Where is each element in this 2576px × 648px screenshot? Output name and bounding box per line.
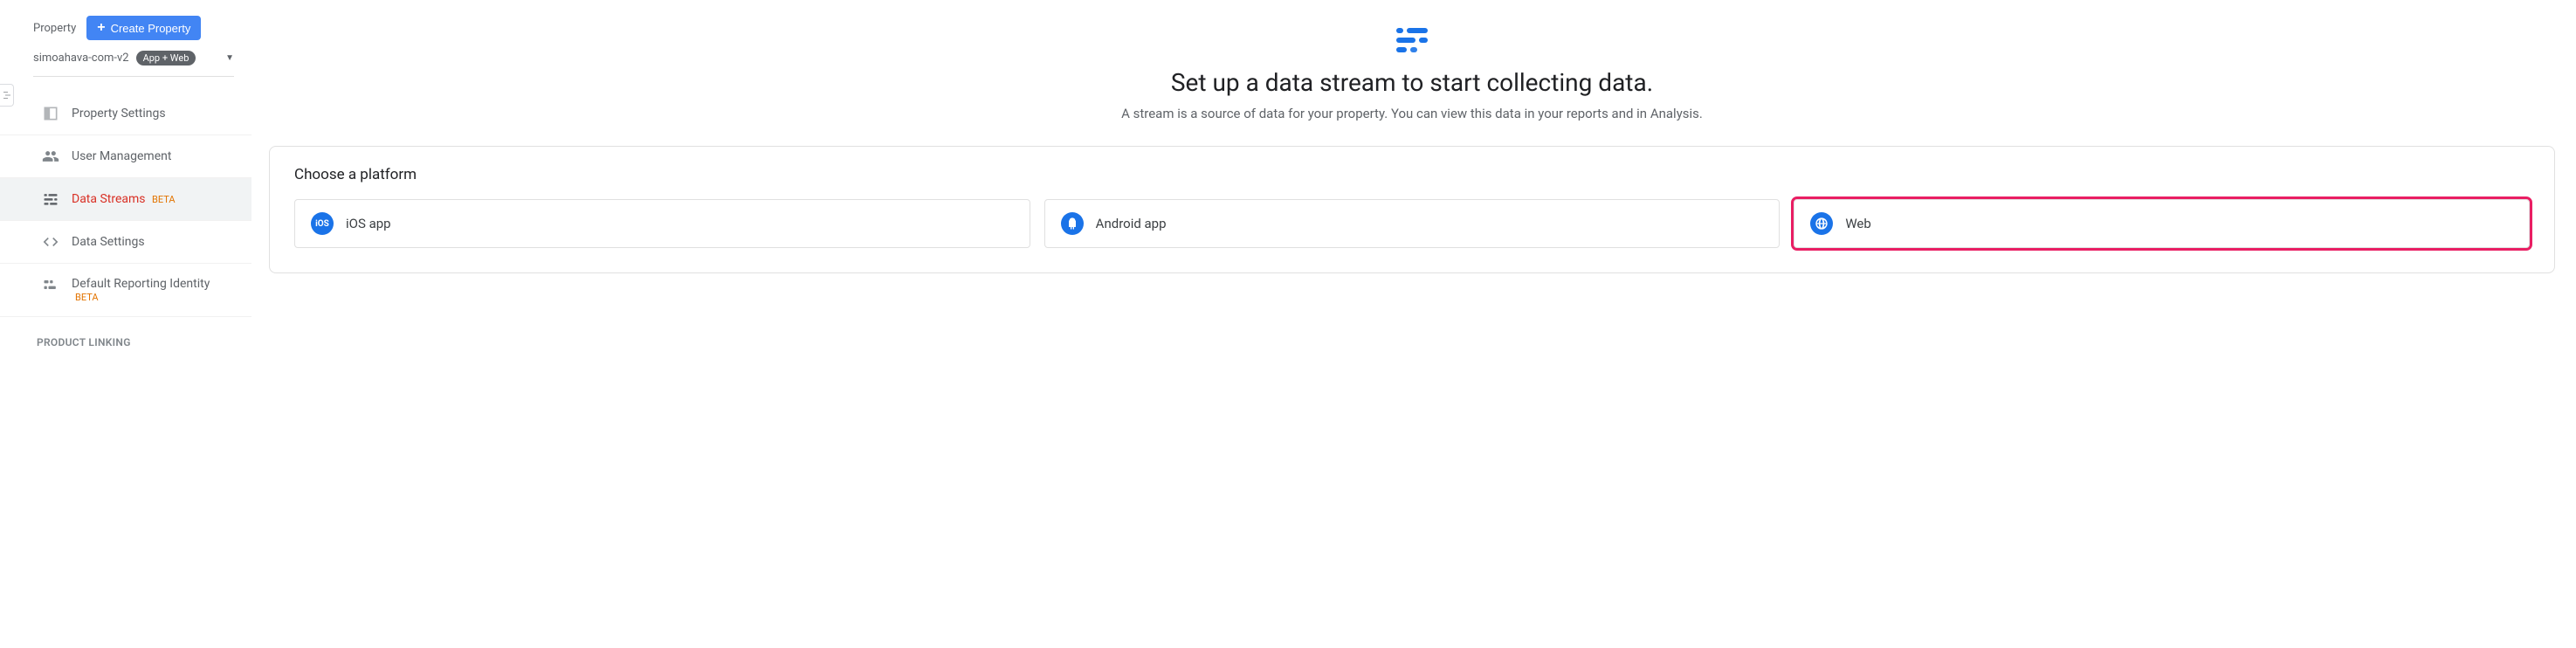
platform-label: Web xyxy=(1845,216,1870,231)
sidebar-item-label: Property Settings xyxy=(72,107,166,121)
property-type-badge: App + Web xyxy=(136,51,196,65)
plus-icon: + xyxy=(97,21,105,35)
create-property-label: Create Property xyxy=(111,22,191,35)
sidebar: Property + Create Property simoahava-com… xyxy=(0,0,251,357)
main-content: Set up a data stream to start collecting… xyxy=(251,0,2576,357)
settings-panel-icon xyxy=(42,105,59,122)
sidebar-item-property-settings[interactable]: Property Settings xyxy=(0,93,251,135)
property-selector[interactable]: simoahava-com-v2 App + Web ▼ xyxy=(33,51,234,77)
data-streams-icon xyxy=(42,190,59,208)
sidebar-item-default-reporting-identity[interactable]: Default Reporting Identity BETA xyxy=(0,264,251,317)
selected-property: simoahava-com-v2 xyxy=(33,52,129,65)
sidebar-item-user-management[interactable]: User Management xyxy=(0,135,251,178)
platform-card-android[interactable]: Android app xyxy=(1044,199,1780,248)
sidebar-item-data-streams[interactable]: Data Streams BETA xyxy=(0,178,251,221)
android-icon xyxy=(1061,212,1084,235)
globe-icon xyxy=(1810,212,1833,235)
code-icon xyxy=(42,233,59,251)
sidebar-item-label: Data Settings xyxy=(72,235,145,249)
sidebar-item-data-settings[interactable]: Data Settings xyxy=(0,221,251,264)
panel-title: Choose a platform xyxy=(294,166,2530,183)
property-label: Property xyxy=(33,22,76,35)
beta-badge: BETA xyxy=(75,292,210,304)
sidebar-item-label: User Management xyxy=(72,149,171,163)
identity-icon xyxy=(42,276,59,293)
data-streams-hero-icon xyxy=(1395,26,1429,54)
platform-panel: Choose a platform iOS iOS app Android ap… xyxy=(269,146,2555,273)
platform-card-web[interactable]: Web xyxy=(1794,199,2530,248)
chevron-down-icon: ▼ xyxy=(225,53,234,63)
beta-badge: BETA xyxy=(152,194,176,205)
hero: Set up a data stream to start collecting… xyxy=(269,26,2555,121)
collapse-icon xyxy=(2,90,12,100)
sidebar-collapse-button[interactable] xyxy=(0,84,14,107)
platform-card-ios[interactable]: iOS iOS app xyxy=(294,199,1030,248)
ios-icon: iOS xyxy=(311,212,334,235)
users-icon xyxy=(42,148,59,165)
platform-label: Android app xyxy=(1096,216,1167,231)
sidebar-item-label: Default Reporting Identity xyxy=(72,276,210,292)
sidebar-item-label: Data Streams xyxy=(72,192,146,206)
hero-title: Set up a data stream to start collecting… xyxy=(269,68,2555,97)
sidebar-section-product-linking: PRODUCT LINKING xyxy=(0,317,251,357)
create-property-button[interactable]: + Create Property xyxy=(86,16,201,40)
hero-subtitle: A stream is a source of data for your pr… xyxy=(269,106,2555,121)
platform-label: iOS app xyxy=(346,216,391,231)
sidebar-nav: Property Settings User Management Data S… xyxy=(0,93,251,357)
